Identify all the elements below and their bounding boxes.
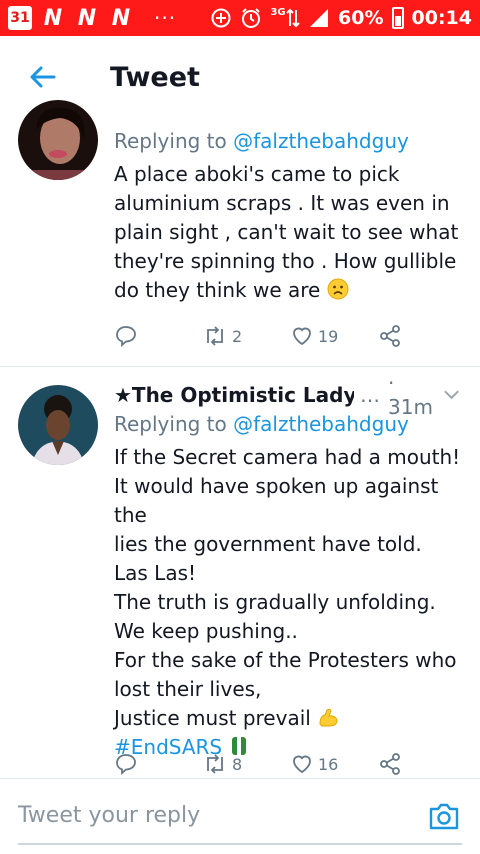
calendar-icon: 31 — [8, 6, 32, 30]
avatar[interactable] — [18, 100, 98, 180]
tweet-line: they're spinning tho . How gullible — [114, 249, 457, 273]
network-type: 3G — [270, 6, 286, 18]
battery-percentage: 60% — [338, 7, 384, 29]
tweet-line: For the sake of the Protesters who — [114, 648, 457, 672]
heart-icon — [293, 755, 311, 774]
reply-button[interactable] — [114, 324, 202, 348]
like-count: 16 — [318, 754, 339, 774]
notification-n-icon: N — [43, 5, 63, 31]
tweet-line: lies the government have told. — [114, 532, 422, 556]
replying-label: Replying to — [114, 412, 234, 436]
chevron-down-icon[interactable] — [443, 389, 460, 401]
data-saver-icon — [210, 7, 232, 29]
mobile-data-icon: 3G — [270, 7, 300, 29]
status-bar: 31 N N N ··· 3G 60% 00:14 — [0, 0, 480, 36]
tweet-line: plain sight , can't wait to see what — [114, 220, 459, 244]
worried-face-icon — [327, 278, 349, 300]
tweet-line: lost their lives, — [114, 677, 262, 701]
tweet-line: do they think we are — [114, 276, 466, 305]
tweet-line: We keep pushing.. — [114, 619, 298, 643]
reply-tweet[interactable]: ★The Optimistic Lady★ … · 31m Replying t… — [0, 367, 480, 777]
back-arrow-icon[interactable] — [28, 62, 58, 92]
tweet-line: The truth is gradually unfolding. — [114, 590, 436, 614]
retweet-count: 2 — [232, 326, 243, 346]
retweet-button[interactable]: 8 — [202, 752, 290, 776]
battery-icon — [391, 7, 404, 29]
tweet-line: Justice must prevail — [114, 704, 466, 733]
tweet-line-text: do they think we are — [114, 278, 321, 302]
retweet-button[interactable]: 2 — [202, 324, 290, 348]
share-icon — [380, 325, 400, 347]
reply-button[interactable] — [114, 752, 202, 776]
retweet-count: 8 — [232, 754, 243, 774]
tweet-line: aluminium scraps . It was even in — [114, 191, 450, 215]
notification-n-icon: N — [77, 5, 97, 31]
reply-icon — [116, 326, 136, 347]
signal-icon — [308, 7, 330, 29]
mention-link[interactable]: @falzthebahdguy — [233, 412, 409, 436]
tweet-line: Las Las! — [114, 561, 197, 585]
share-icon — [380, 753, 400, 775]
more-notifications-icon: ··· — [154, 6, 177, 30]
author-handle[interactable]: … — [360, 383, 380, 407]
tweet-actions: 2 19 — [114, 324, 466, 348]
replying-label: Replying to — [114, 129, 234, 153]
clock: 00:14 — [411, 7, 472, 29]
share-button[interactable] — [378, 752, 466, 776]
camera-icon[interactable] — [428, 801, 460, 831]
reply-input[interactable]: Tweet your reply — [18, 803, 200, 828]
page-title: Tweet — [110, 61, 200, 93]
like-button[interactable]: 16 — [290, 752, 378, 776]
reply-icon — [116, 754, 136, 775]
avatar[interactable] — [18, 385, 98, 465]
alarm-icon — [240, 7, 262, 29]
replying-to: Replying to @falzthebahdguy — [114, 126, 466, 156]
tweet-text: A place aboki's came to pick aluminium s… — [114, 160, 466, 305]
reply-tweet[interactable]: Replying to @falzthebahdguy A place abok… — [0, 100, 480, 366]
tweet-line: It would have spoken up against the — [114, 474, 439, 527]
notification-n-icon: N — [111, 5, 131, 31]
retweet-icon — [207, 326, 223, 346]
reply-composer: Tweet your reply — [0, 778, 480, 854]
share-button[interactable] — [378, 324, 466, 348]
input-underline — [18, 843, 462, 845]
tweet-line: A place aboki's came to pick — [114, 162, 400, 186]
flexed-biceps-icon — [319, 708, 338, 727]
tweet-text: If the Secret camera had a mouth! It wou… — [114, 443, 466, 762]
mention-link[interactable]: @falzthebahdguy — [233, 129, 409, 153]
author-name[interactable]: ★The Optimistic Lady★ — [114, 383, 354, 407]
tweet-actions: 8 16 — [114, 752, 466, 776]
heart-icon — [293, 327, 311, 346]
like-button[interactable]: 19 — [290, 324, 378, 348]
like-count: 19 — [318, 326, 339, 346]
retweet-icon — [207, 754, 223, 774]
tweet-line-text: Justice must prevail — [114, 706, 311, 730]
author-row: ★The Optimistic Lady★ … · 31m — [114, 371, 466, 419]
tweet-line: If the Secret camera had a mouth! — [114, 445, 461, 469]
